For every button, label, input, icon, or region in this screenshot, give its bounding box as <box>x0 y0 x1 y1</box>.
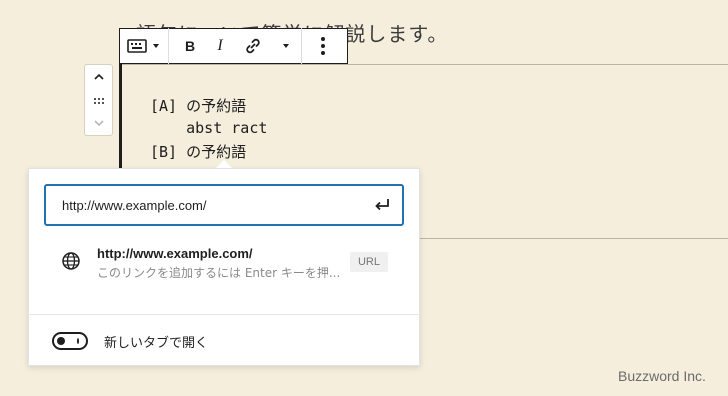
url-type-badge: URL <box>350 252 388 272</box>
more-formats-button[interactable] <box>271 29 301 63</box>
link-icon <box>246 38 260 54</box>
suggestion-title: http://www.example.com/ <box>97 246 253 261</box>
chevron-down-icon <box>153 44 159 48</box>
enter-icon[interactable] <box>372 195 392 215</box>
watermark: Buzzword Inc. <box>618 368 706 384</box>
chevron-down-icon <box>283 44 289 48</box>
new-tab-label: 新しいタブで開く <box>104 336 209 351</box>
move-down-button[interactable] <box>93 115 105 131</box>
chevron-down-icon <box>93 120 104 127</box>
url-input-container <box>44 184 404 226</box>
drag-handle[interactable] <box>93 92 105 108</box>
toggle-knob <box>57 337 65 345</box>
italic-button[interactable]: I <box>205 29 235 63</box>
url-input[interactable] <box>62 186 362 224</box>
chevron-up-icon <box>93 73 104 80</box>
block-type-button[interactable] <box>120 29 168 63</box>
globe-icon <box>62 252 80 270</box>
link-button[interactable] <box>235 29 271 63</box>
drag-handle-icon <box>93 98 104 104</box>
toggle-off-indicator <box>77 338 79 344</box>
block-mover <box>84 64 113 136</box>
bold-button[interactable]: B <box>175 29 205 63</box>
move-up-button[interactable] <box>93 69 105 85</box>
code-line: [B] の予約語 <box>150 143 247 161</box>
more-vertical-icon <box>321 37 325 55</box>
keyboard-icon <box>127 39 147 53</box>
popover-divider <box>28 314 420 315</box>
block-bottom-divider <box>420 238 728 239</box>
new-tab-toggle[interactable] <box>52 332 88 350</box>
popover-caret <box>216 160 232 168</box>
link-suggestion-item[interactable]: http://www.example.com/ このリンクを追加するには Ent… <box>44 236 404 290</box>
code-line: [A] の予約語 <box>150 97 247 115</box>
suggestion-description: このリンクを追加するには Enter キーを押... <box>97 266 341 280</box>
block-toolbar: B I <box>120 28 348 64</box>
block-top-divider <box>120 64 728 65</box>
block-options-button[interactable] <box>302 29 344 63</box>
code-line: abst ract <box>150 119 268 137</box>
